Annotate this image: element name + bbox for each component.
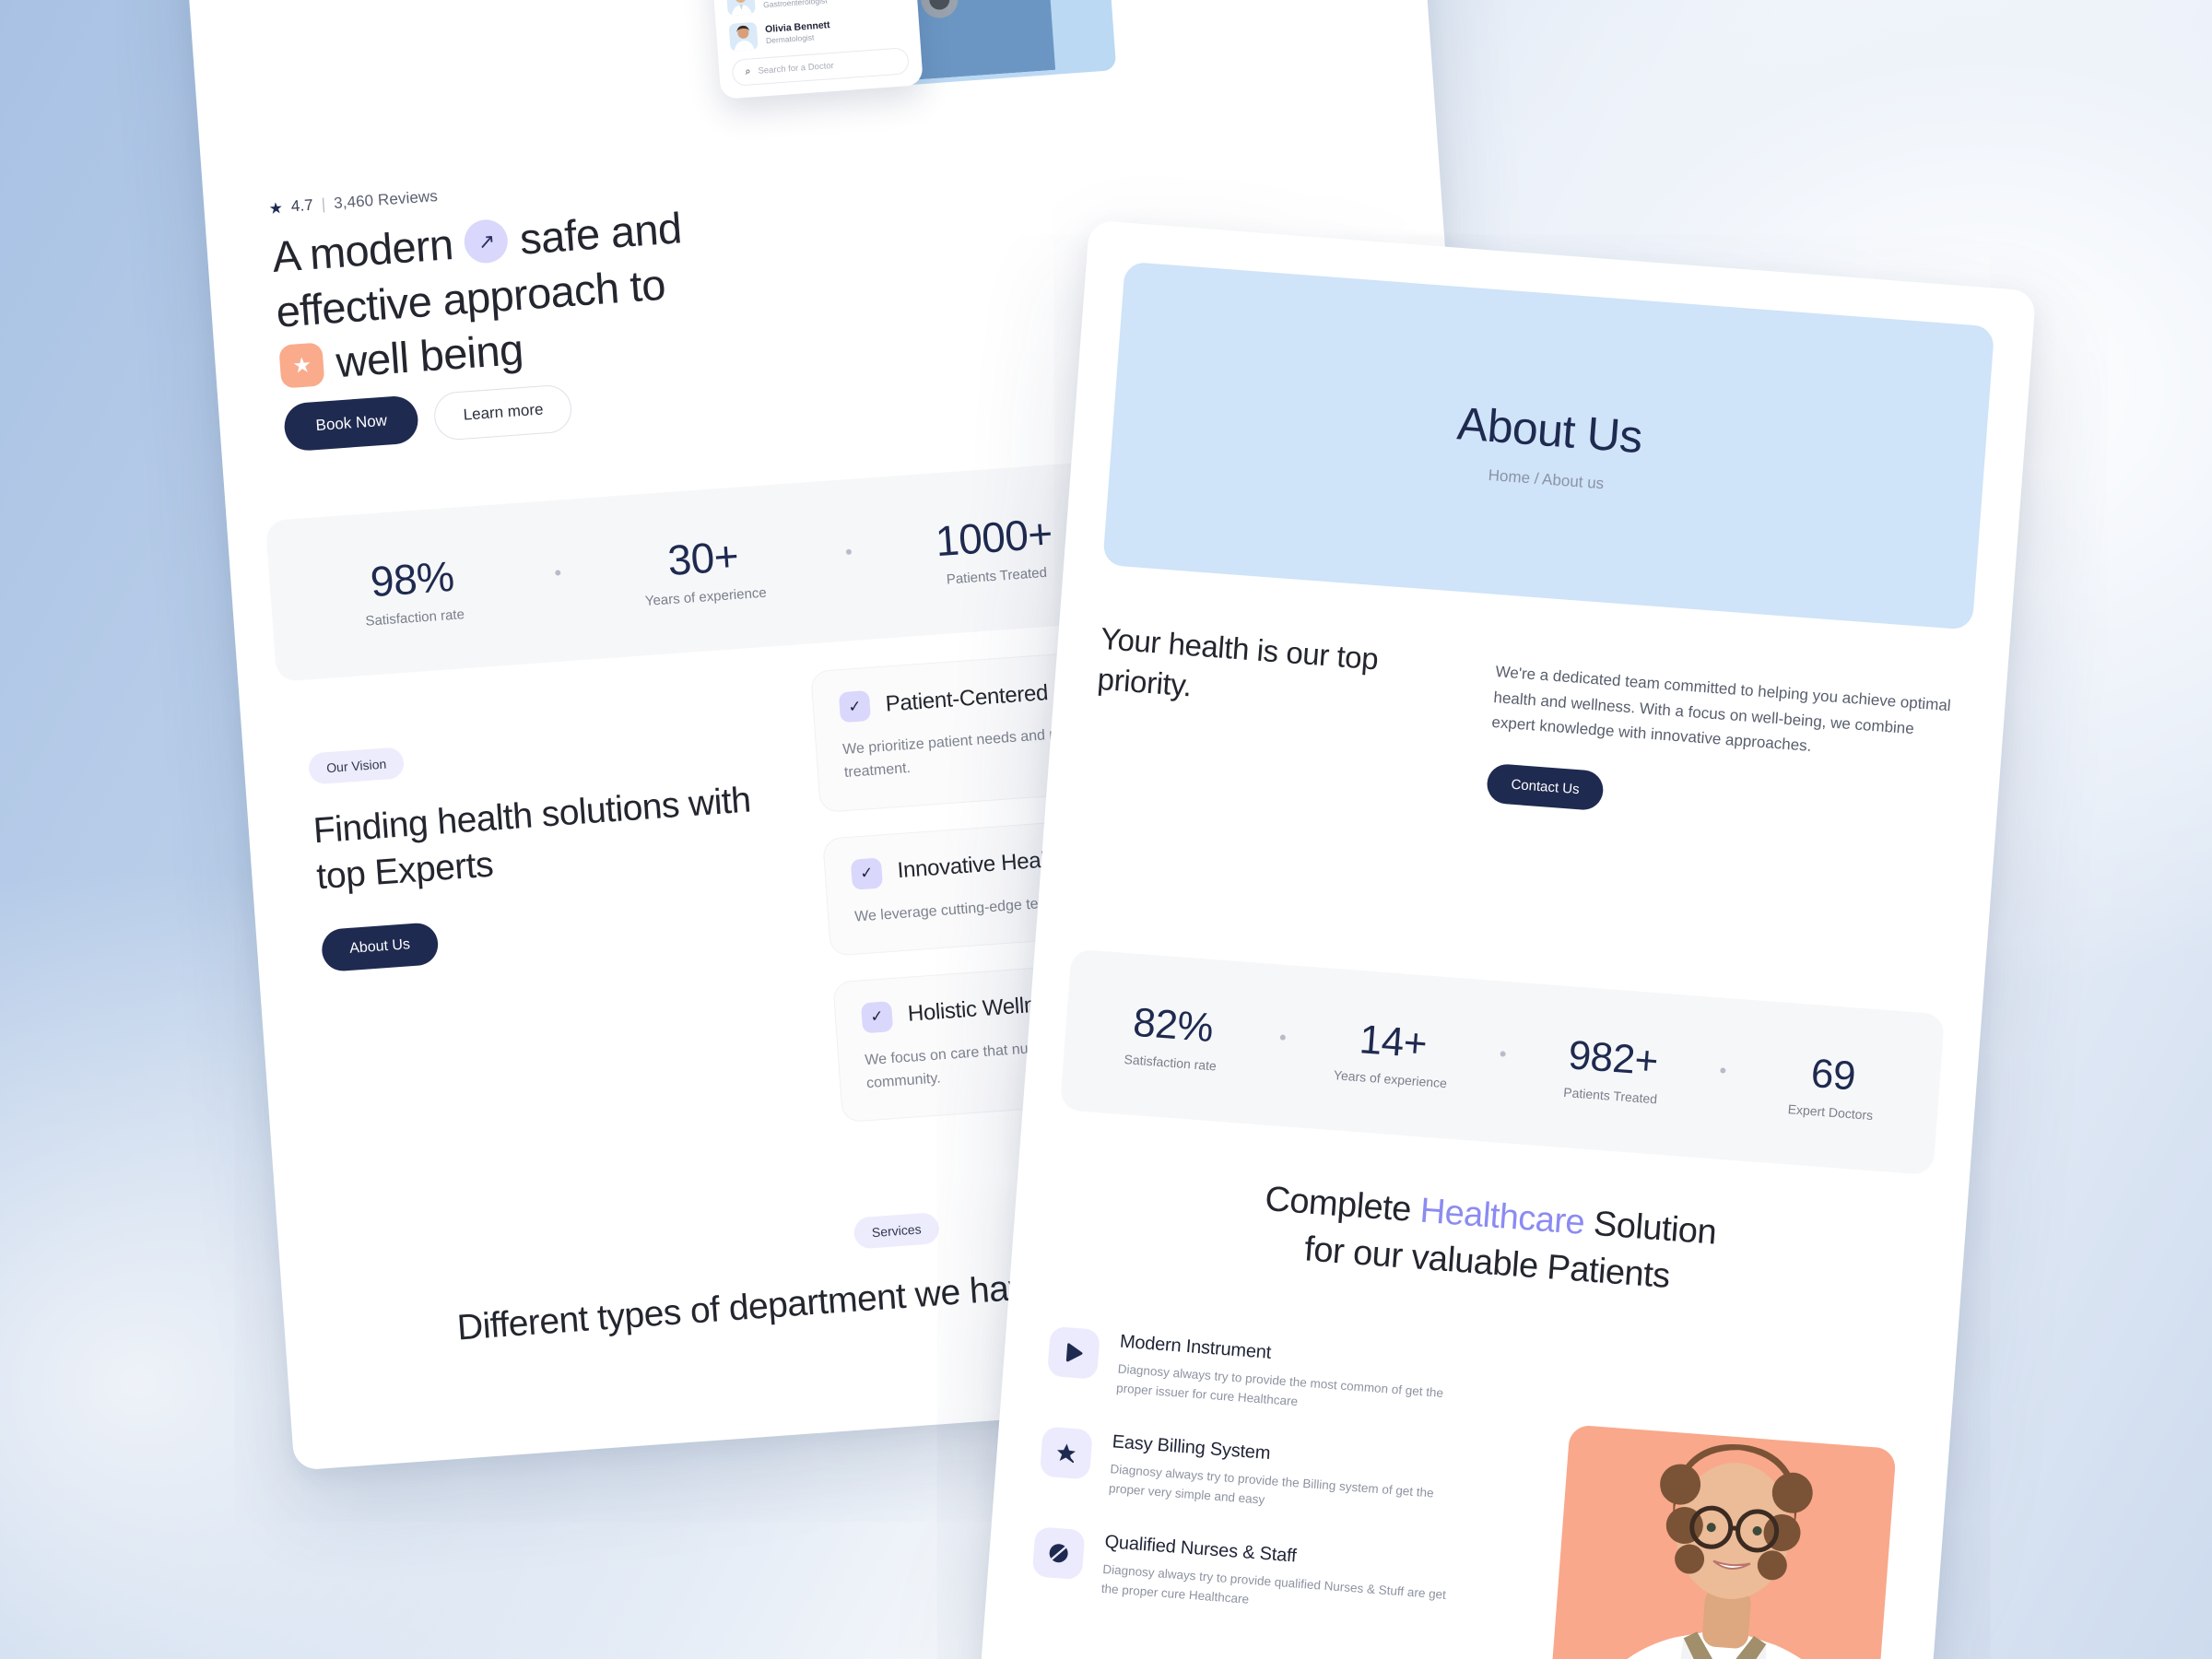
- service-item: Qualified Nurses & Staff Diagnosy always…: [1030, 1525, 1467, 1626]
- doctor-specialty: Gastroenterologist: [762, 0, 828, 10]
- search-icon: ⌕: [744, 65, 751, 77]
- female-doctor-photo: [1561, 1389, 1895, 1659]
- about-page-mockup: About Us Home / About us Your health is …: [977, 219, 2037, 1659]
- play-icon: [1047, 1325, 1100, 1380]
- stat-item: 30+ Years of experience: [559, 526, 848, 615]
- rating-reviews: 3,460 Reviews: [333, 187, 439, 213]
- hero-media: Available Doctors Jonathan Reed Gastroen…: [687, 0, 1143, 183]
- canvas: ★ 4.7 | 3,460 Reviews A modern ↗ safe an…: [0, 0, 2212, 1659]
- stat-value: 98%: [369, 552, 456, 606]
- check-icon: ✓: [850, 857, 884, 890]
- star-icon: ★: [267, 198, 284, 218]
- search-doctor-input[interactable]: ⌕ Search for a Doctor: [731, 47, 910, 87]
- star-badge-icon: ★: [278, 342, 325, 389]
- pill-icon: [1031, 1525, 1086, 1580]
- stat-item: 69 Expert Doctors: [1724, 1046, 1941, 1127]
- service-item: Easy Billing System Diagnosy always try …: [1038, 1426, 1475, 1525]
- check-icon: ✓: [838, 689, 872, 724]
- rating-row: ★ 4.7 | 3,460 Reviews: [268, 187, 439, 218]
- solution-part2: Solution: [1583, 1204, 1718, 1253]
- rating-separator: |: [321, 194, 326, 214]
- page-title: About Us: [1455, 396, 1644, 463]
- service-item: Modern Instrument Diagnosy always try to…: [1046, 1325, 1483, 1426]
- stat-value: 82%: [1131, 999, 1215, 1052]
- solution-heading: Complete Healthcare Solution for our val…: [1067, 1161, 1911, 1317]
- avatar: [728, 21, 759, 52]
- vision-heading: Finding health solutions with top Expert…: [312, 780, 752, 898]
- contact-us-button[interactable]: Contact Us: [1485, 762, 1606, 812]
- vision-section: Our Vision Finding health solutions with…: [308, 719, 802, 972]
- avatar: [725, 0, 756, 16]
- stat-item: 98% Satisfaction rate: [268, 547, 557, 635]
- stat-value: 14+: [1358, 1017, 1429, 1067]
- about-intro: Your health is our top priority. We're a…: [1090, 618, 1964, 838]
- about-doctor-media: [1517, 1391, 1933, 1659]
- solution-highlight: Healthcare: [1418, 1191, 1586, 1242]
- stat-item: 14+ Years of experience: [1283, 1013, 1500, 1094]
- breadcrumb: Home / About us: [1488, 465, 1605, 492]
- hero-button-group: Book Now Learn more: [282, 383, 574, 453]
- service-list: Modern Instrument Diagnosy always try to…: [1029, 1325, 1483, 1659]
- search-doctor-placeholder: Search for a Doctor: [758, 60, 835, 76]
- stat-value: 30+: [665, 532, 740, 585]
- services-badge: Services: [853, 1212, 940, 1250]
- stat-value: 69: [1809, 1050, 1857, 1100]
- doctor-list-item[interactable]: Olivia Bennett Dermatologist: [728, 11, 908, 52]
- check-icon: ✓: [860, 1000, 894, 1034]
- stat-item: 982+ Patients Treated: [1503, 1030, 1721, 1111]
- arrow-up-right-icon: ↗: [463, 218, 510, 265]
- stats-strip-page2: 82% Satisfaction rate • 14+ Years of exp…: [1059, 948, 1946, 1176]
- about-us-button[interactable]: About Us: [320, 921, 440, 972]
- hero-heading: A modern ↗ safe and effective approach t…: [270, 189, 852, 394]
- stat-item: 82% Satisfaction rate: [1064, 996, 1281, 1077]
- available-doctors-card: Available Doctors Jonathan Reed Gastroen…: [711, 0, 924, 100]
- rating-score: 4.7: [290, 195, 314, 216]
- book-now-button[interactable]: Book Now: [282, 394, 420, 453]
- about-hero-banner: About Us Home / About us: [1102, 261, 1995, 630]
- stat-value: 982+: [1567, 1032, 1660, 1085]
- our-vision-badge: Our Vision: [308, 747, 406, 785]
- solution-part1: Complete: [1264, 1179, 1422, 1230]
- learn-more-button[interactable]: Learn more: [432, 383, 574, 441]
- star-sparkle-icon: [1039, 1426, 1093, 1480]
- about-intro-paragraph: We're a dedicated team committed to help…: [1490, 663, 1952, 756]
- about-intro-heading: Your health is our top priority.: [1096, 620, 1380, 703]
